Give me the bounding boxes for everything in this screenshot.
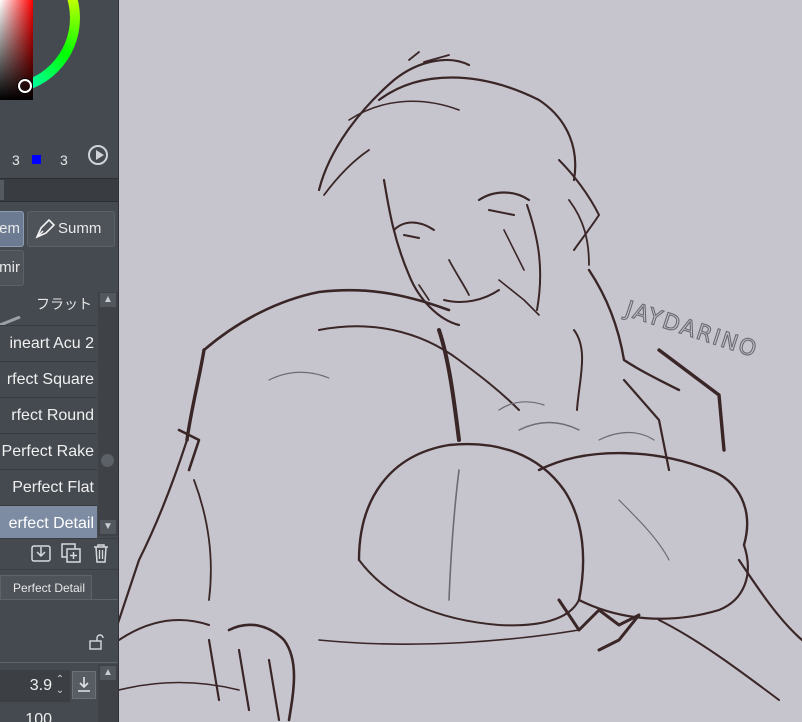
color-value-1: 3	[12, 152, 20, 168]
pen-nib-icon	[35, 218, 56, 239]
next-value-field[interactable]: 100	[0, 710, 70, 722]
drawing-canvas[interactable]: JAYDARINO	[119, 0, 802, 722]
sketch-artwork: JAYDARINO	[119, 51, 802, 722]
palette-tab[interactable]	[0, 180, 4, 200]
download-icon[interactable]	[30, 542, 52, 564]
brush-list-item[interactable]	[0, 316, 97, 326]
color-value-2: 3	[60, 152, 68, 168]
brush-list-scrollbar[interactable]	[98, 292, 118, 536]
subtool-summ-button[interactable]: Summ	[27, 211, 115, 247]
brush-list-item[interactable]: ineart Acu 2	[0, 326, 97, 362]
brush-list-item[interactable]: rfect Round	[0, 398, 97, 434]
brush-list-item-selected[interactable]: erfect Detail	[0, 506, 97, 542]
brush-list-item[interactable]: rfect Square	[0, 362, 97, 398]
scroll-thumb[interactable]	[101, 454, 114, 467]
divider	[0, 662, 118, 663]
left-tool-panel: 3 3 em Summ mir フラット ineart Acu 2 rfect …	[0, 0, 119, 722]
stepper-icon[interactable]: ⌃ ⌄	[53, 674, 67, 698]
color-picker-cursor[interactable]	[18, 79, 32, 93]
brush-category-header: フラット	[36, 296, 92, 312]
duplicate-icon[interactable]	[60, 542, 82, 564]
palette-tab-strip	[0, 178, 118, 202]
scroll-down-icon[interactable]: ▼	[100, 520, 116, 534]
brush-stroke-icon	[0, 316, 21, 325]
watermark-signature: JAYDARINO	[620, 296, 761, 363]
tool-property-tab[interactable]: Perfect Detail	[0, 575, 92, 599]
brush-list-item[interactable]: Perfect Rake	[0, 434, 97, 470]
download-icon	[78, 677, 90, 692]
subtool-group-button[interactable]: em	[0, 211, 24, 247]
unlock-icon[interactable]	[88, 634, 104, 650]
trash-icon[interactable]	[90, 542, 112, 564]
scroll-up-icon[interactable]: ▲	[100, 666, 116, 680]
play-circle-icon[interactable]	[88, 145, 108, 165]
current-color-swatch[interactable]	[32, 155, 41, 164]
scroll-up-icon[interactable]: ▲	[100, 293, 116, 307]
subtool-mir-button[interactable]: mir	[0, 250, 24, 286]
size-preset-button[interactable]	[72, 671, 96, 699]
brush-list-item[interactable]: Perfect Flat	[0, 470, 97, 506]
